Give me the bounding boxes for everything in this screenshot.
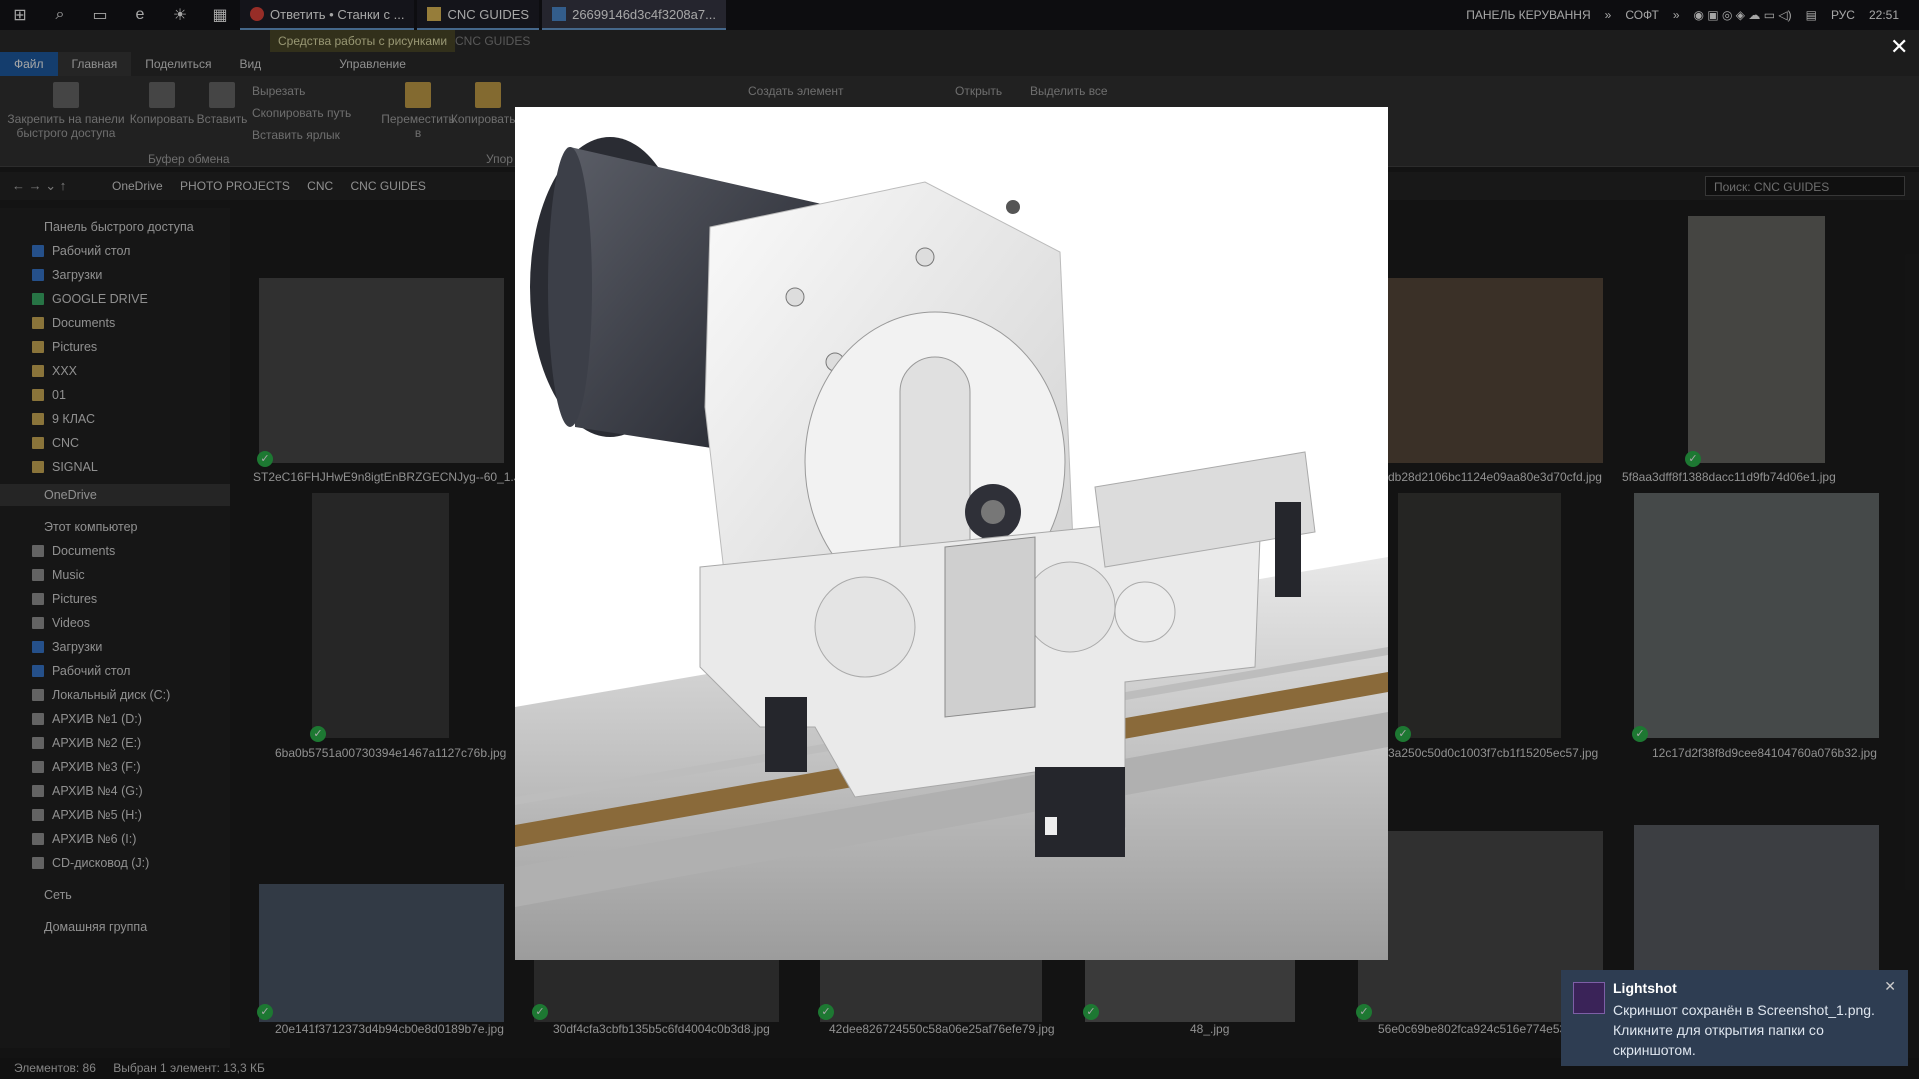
image-preview[interactable] [515,107,1388,960]
cnc-gantry-illustration [515,107,1388,960]
lightshot-logo-icon [1573,982,1605,1014]
toast-title: Lightshot [1613,980,1677,996]
toast-message[interactable]: Скриншот сохранён в Screenshot_1.png. Кл… [1613,1000,1893,1060]
toast-close-icon[interactable]: ✕ [1884,978,1896,995]
close-icon[interactable]: ✕ [1890,34,1908,60]
lightshot-notification[interactable]: Lightshot Скриншот сохранён в Screenshot… [1561,970,1908,1066]
